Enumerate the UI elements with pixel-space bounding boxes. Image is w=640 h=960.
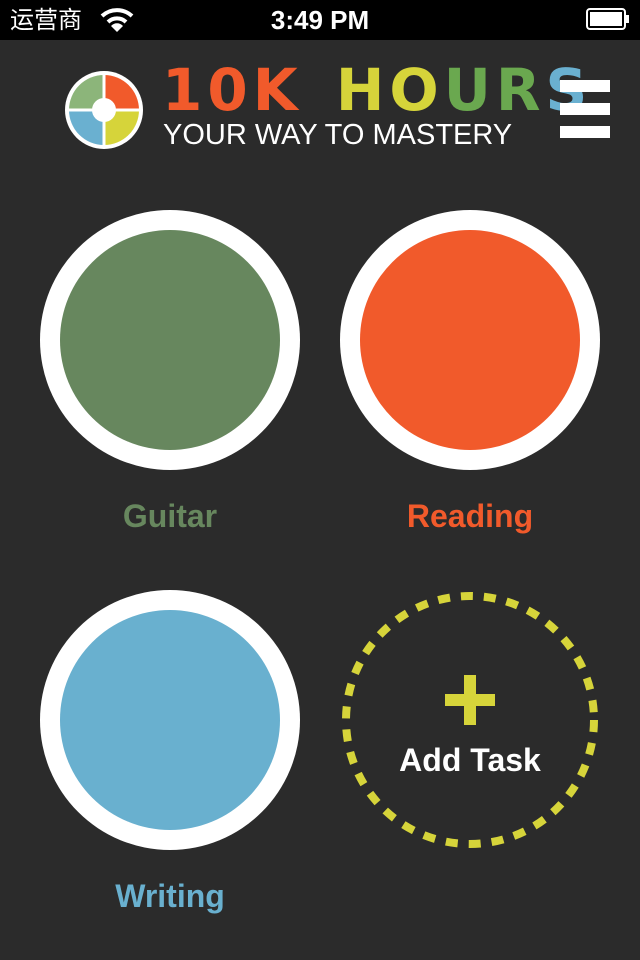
hamburger-menu-icon[interactable] bbox=[560, 80, 610, 140]
task-guitar[interactable]: Guitar bbox=[40, 210, 300, 534]
task-writing[interactable]: Writing bbox=[40, 590, 300, 914]
add-task-label: Add Task bbox=[399, 742, 541, 778]
task-guitar-circle[interactable] bbox=[40, 210, 300, 470]
title-part-h: H bbox=[335, 56, 390, 124]
task-writing-circle[interactable] bbox=[40, 590, 300, 850]
app-title: 10K HOURS bbox=[162, 58, 592, 122]
task-reading-circle[interactable] bbox=[340, 210, 600, 470]
title-part-u: U bbox=[443, 56, 496, 124]
status-bar: 运营商 3:49 PM bbox=[0, 0, 640, 40]
app-tagline: YOUR WAY TO MASTERY bbox=[163, 119, 513, 151]
plus-icon bbox=[445, 675, 495, 725]
task-guitar-label: Guitar bbox=[122, 498, 218, 534]
title-part-10k: 10K bbox=[162, 56, 303, 124]
task-reading[interactable]: Reading bbox=[340, 210, 600, 534]
color-wheel-logo-icon bbox=[65, 71, 143, 149]
status-time: 3:49 PM bbox=[270, 5, 370, 35]
add-task-button[interactable]: Add Task bbox=[340, 590, 600, 850]
battery-icon bbox=[586, 8, 629, 30]
app-screen: 运营商 3:49 PM 10K HOURS YOUR WAY TO MASTER… bbox=[0, 0, 640, 960]
task-reading-label: Reading bbox=[406, 498, 534, 534]
task-writing-label: Writing bbox=[115, 878, 225, 914]
title-part-o: O bbox=[389, 56, 444, 124]
title-part-r: R bbox=[495, 56, 546, 124]
